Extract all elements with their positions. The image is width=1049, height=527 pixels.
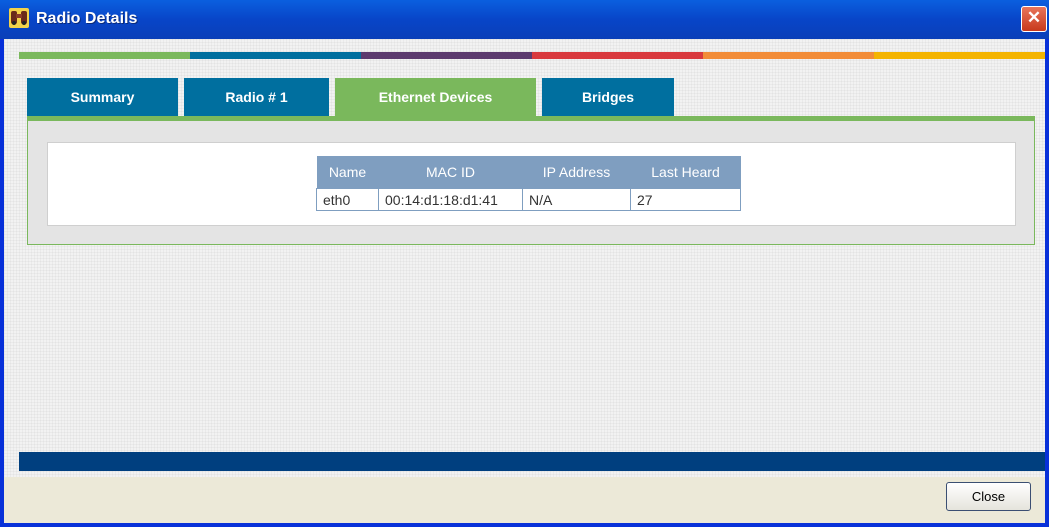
bottom-divider-bar (19, 452, 1045, 471)
table-header-row: Name MAC ID IP Address Last Heard (316, 156, 741, 189)
stripe-segment (703, 52, 874, 59)
stripe-segment (190, 52, 361, 59)
column-header-mac-id: MAC ID (378, 156, 523, 189)
cell-mac-id: 00:14:d1:18:d1:41 (378, 188, 523, 211)
ethernet-devices-container: Name MAC ID IP Address Last Heard eth0 0… (47, 142, 1016, 226)
dialog-content: Summary Radio # 1 Ethernet Devices Bridg… (4, 39, 1045, 477)
column-header-ip-address: IP Address (522, 156, 631, 189)
dialog-footer: Close (4, 477, 1045, 523)
tab-radio-1[interactable]: Radio # 1 (184, 78, 329, 116)
tab-ethernet-devices[interactable]: Ethernet Devices (335, 78, 536, 118)
stripe-segment (361, 52, 532, 59)
stripe-segment (874, 52, 1045, 59)
cell-last-heard: 27 (630, 188, 741, 211)
stripe-segment (532, 52, 703, 59)
radio-details-window: Radio Details ✕ Summary Radio # 1 Ethern… (0, 0, 1049, 527)
close-button[interactable]: Close (946, 482, 1031, 511)
close-icon: ✕ (1026, 8, 1042, 27)
binoculars-icon (9, 8, 29, 28)
tab-bridges[interactable]: Bridges (542, 78, 674, 116)
window-close-button[interactable]: ✕ (1021, 6, 1047, 32)
column-header-last-heard: Last Heard (630, 156, 741, 189)
window-title: Radio Details (36, 10, 138, 27)
ethernet-devices-panel: Name MAC ID IP Address Last Heard eth0 0… (27, 116, 1035, 245)
tab-summary[interactable]: Summary (27, 78, 178, 116)
ethernet-devices-table: Name MAC ID IP Address Last Heard eth0 0… (316, 156, 741, 211)
table-row[interactable]: eth0 00:14:d1:18:d1:41 N/A 27 (316, 188, 741, 211)
stripe-segment (19, 52, 190, 59)
title-bar[interactable]: Radio Details ✕ (0, 0, 1049, 39)
color-stripe (19, 52, 1045, 59)
cell-ip-address: N/A (522, 188, 631, 211)
cell-name: eth0 (316, 188, 379, 211)
column-header-name: Name (316, 156, 379, 189)
